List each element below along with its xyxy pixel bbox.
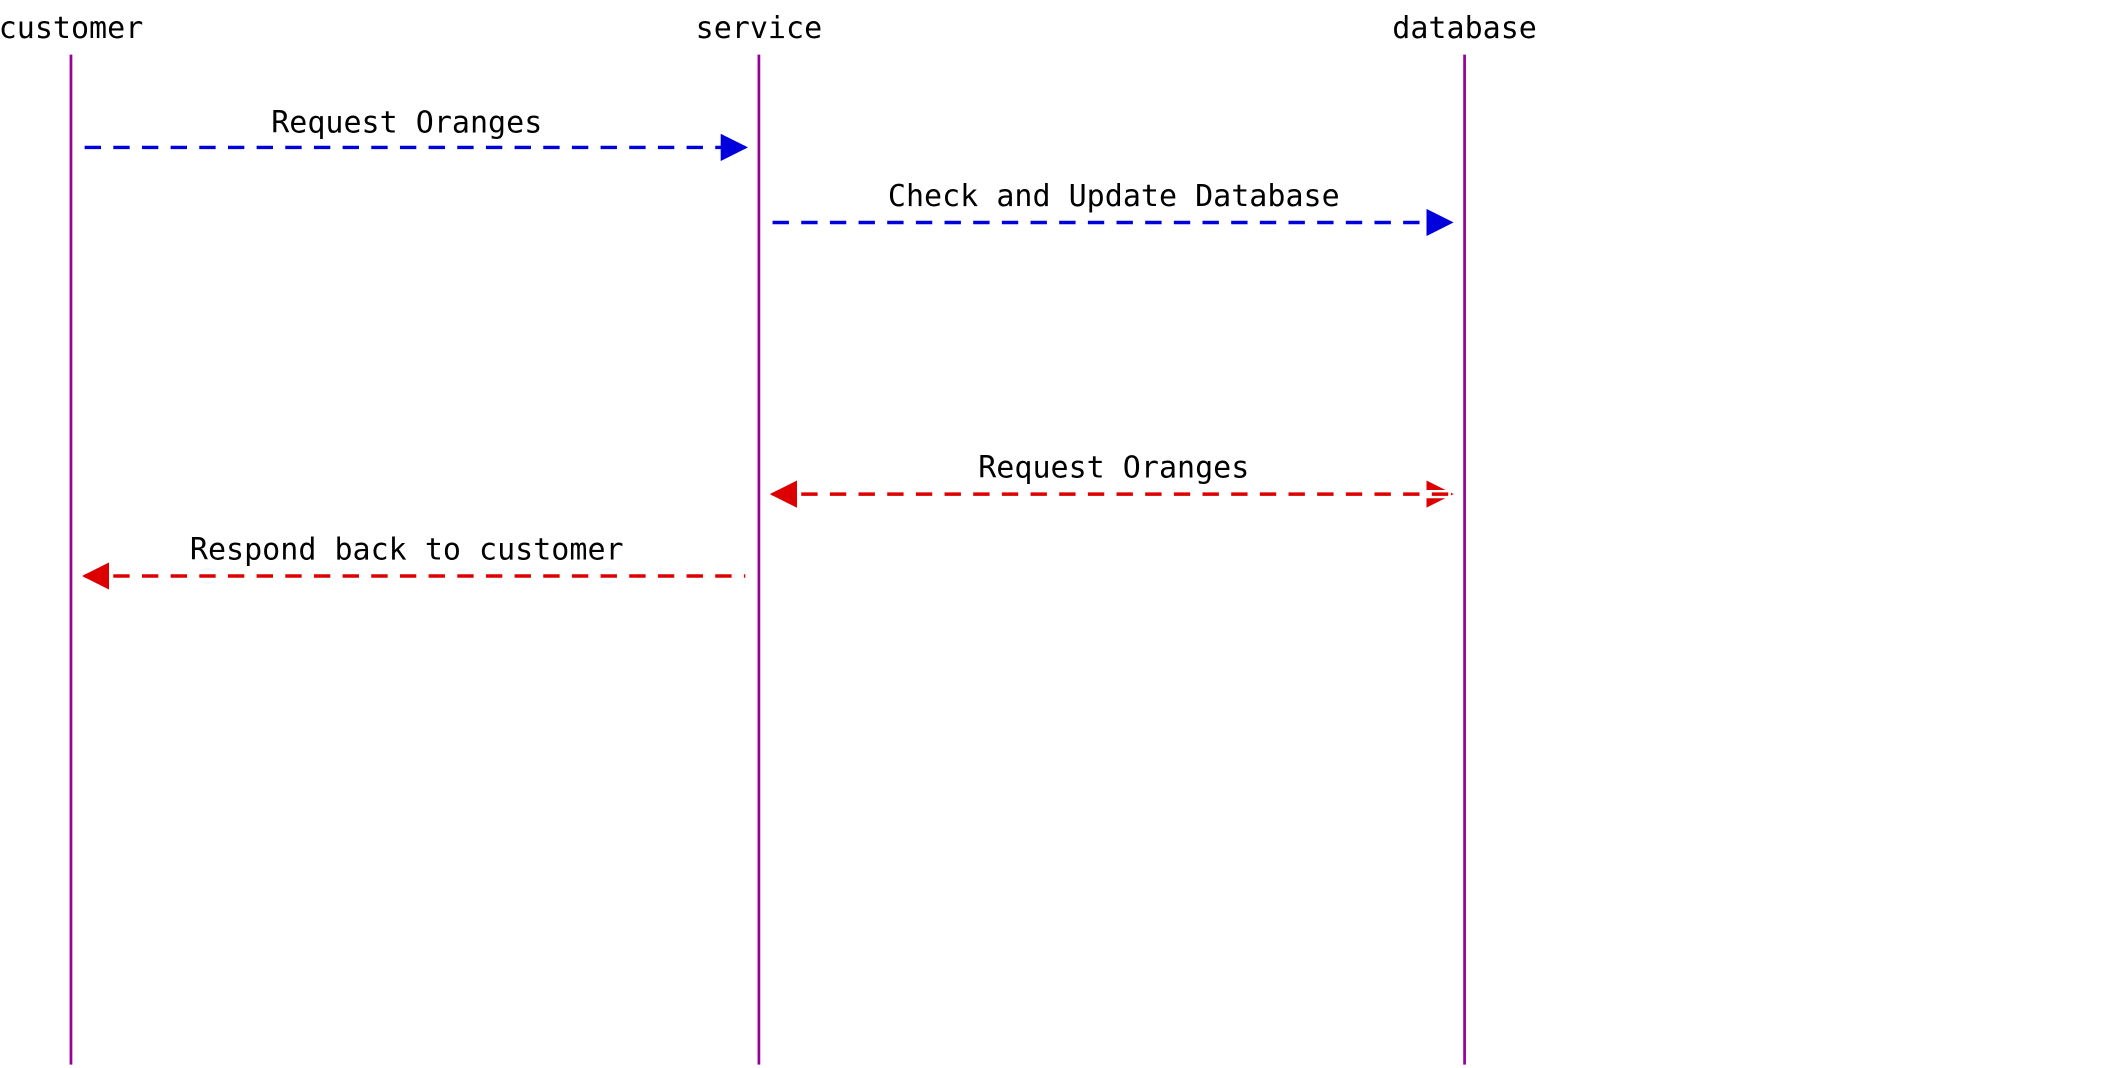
actor-label-service: service [696, 11, 823, 46]
message-label-4: Respond back to customer [190, 533, 624, 568]
message-label-2: Check and Update Database [888, 179, 1340, 214]
message-label-1: Request Oranges [271, 105, 542, 140]
actor-label-customer: customer [0, 11, 143, 46]
actor-label-database: database [1392, 11, 1537, 46]
sequence-diagram: customer service database Request Orange… [0, 0, 2102, 1068]
message-label-3: Request Oranges [978, 451, 1249, 486]
